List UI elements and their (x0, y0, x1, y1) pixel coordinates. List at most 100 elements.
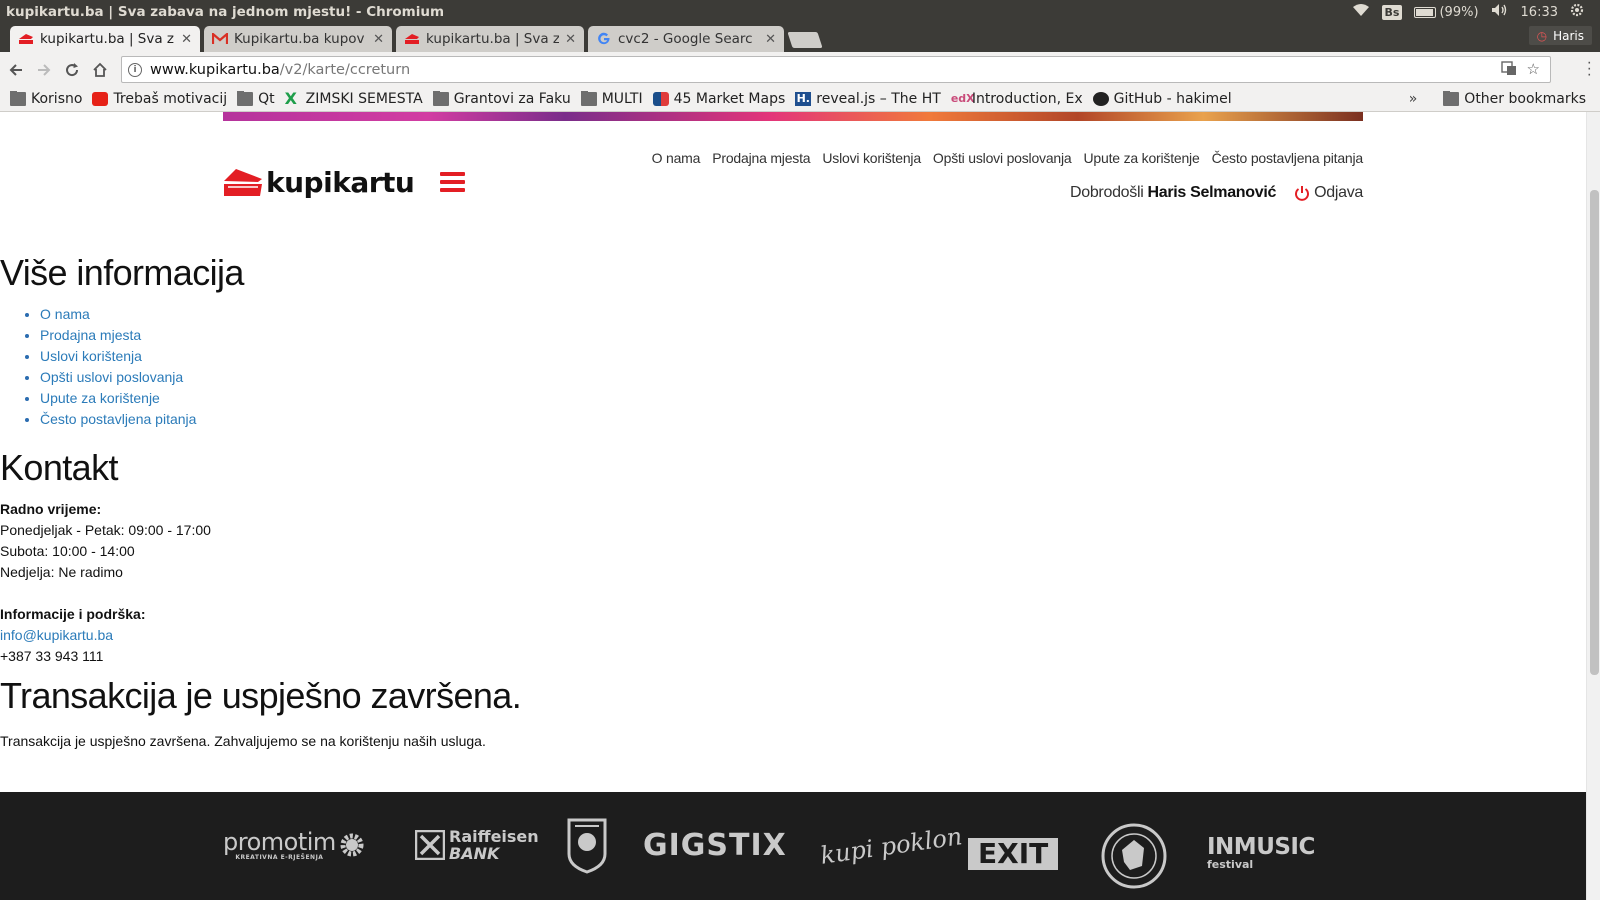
browser-toolbar: i www.kupikartu.ba/v2/karte/ccreturn ☆ (0, 52, 1600, 87)
nav-prodajna-mjesta[interactable]: Prodajna mjesta (712, 150, 810, 166)
hamburger-menu-icon[interactable] (440, 172, 465, 192)
hours-sunday: Nedjelja: Ne radimo (0, 564, 123, 580)
link-faq[interactable]: Često postavljena pitanja (40, 411, 196, 427)
fk-sarajevo-crest-icon (567, 818, 607, 874)
bookmark-github[interactable]: GitHub - hakimel (1092, 91, 1232, 107)
bookmark-edx[interactable]: edX Introduction, Ex (951, 91, 1083, 107)
forward-button[interactable] (32, 58, 56, 82)
gear-logo-icon (340, 833, 364, 856)
top-banner-image[interactable] (223, 112, 1363, 121)
list-item: O nama (40, 304, 900, 325)
football-federation-crest-icon (1101, 823, 1167, 889)
translate-icon[interactable] (1500, 60, 1517, 80)
nav-faq[interactable]: Često postavljena pitanja (1212, 150, 1364, 166)
github-icon (1092, 92, 1109, 106)
link-uslovi-koristenja[interactable]: Uslovi korištenja (40, 348, 142, 364)
profile-button[interactable]: ◷ Haris (1528, 26, 1592, 45)
ticket-logo-icon (224, 169, 262, 196)
bookmarks-overflow-button[interactable]: » (1409, 91, 1418, 107)
h-icon: H. (795, 92, 812, 106)
bookmark-multi[interactable]: MULTI (580, 91, 643, 107)
bookmark-revealjs[interactable]: H. reveal.js – The HT (795, 91, 941, 107)
gmail-favicon (212, 31, 228, 47)
sponsor-fk-sarajevo[interactable] (567, 818, 607, 874)
youtube-icon (92, 92, 109, 106)
edx-icon: edX (950, 92, 975, 105)
user-bar: Dobrodošli Haris Selmanović Odjava (1070, 184, 1363, 202)
nav-opsti-uslovi[interactable]: Opšti uslovi poslovanja (933, 150, 1072, 166)
link-opsti-uslovi[interactable]: Opšti uslovi poslovanja (40, 369, 183, 385)
contact-heading: Kontakt (0, 447, 118, 488)
volume-icon[interactable] (1491, 3, 1509, 21)
incognito-icon: ◷ (1536, 28, 1548, 43)
sponsor-inmusic[interactable]: INMUSIC festival (1207, 836, 1315, 874)
x-icon: X (284, 91, 297, 107)
list-item: Opšti uslovi poslovanja (40, 367, 900, 388)
support-label: Informacije i podrška: (0, 606, 146, 622)
battery-indicator[interactable]: (99%) (1414, 5, 1479, 20)
email-link[interactable]: info@kupikartu.ba (0, 627, 113, 643)
bookmark-motivacija[interactable]: Trebaš motivacij (92, 91, 227, 107)
clock[interactable]: 16:33 (1521, 5, 1558, 20)
hours-label: Radno vrijeme: (0, 501, 102, 517)
tab-google-search[interactable]: cvc2 - Google Searc ✕ (588, 26, 784, 52)
nav-upute[interactable]: Upute za korištenje (1084, 150, 1200, 166)
bookmark-market-maps[interactable]: 45 Market Maps (652, 91, 785, 107)
hours-saturday: Subota: 10:00 - 14:00 (0, 543, 135, 559)
sponsor-exit[interactable]: EXIT (968, 838, 1059, 870)
wifi-icon[interactable] (1352, 3, 1370, 21)
close-tab-icon[interactable]: ✕ (765, 32, 776, 47)
battery-icon (1414, 6, 1437, 18)
tab-kupikartu-active[interactable]: kupikartu.ba | Sva z ✕ (10, 26, 200, 52)
page-scrollbar[interactable] (1586, 112, 1600, 900)
user-name: Haris Selmanović (1147, 184, 1277, 201)
nav-uslovi-koristenja[interactable]: Uslovi korištenja (822, 150, 921, 166)
info-icon[interactable]: i (128, 62, 142, 77)
scrollbar-thumb[interactable] (1590, 190, 1599, 675)
star-icon[interactable]: ☆ (1527, 60, 1540, 80)
nav-o-nama[interactable]: O nama (652, 150, 701, 166)
sponsor-raiffeisen[interactable]: Raiffeisen BANK (415, 828, 539, 862)
gear-icon[interactable] (1570, 3, 1584, 21)
folder-icon (580, 91, 597, 106)
bookmark-korisno[interactable]: Korisno (10, 91, 82, 107)
transaction-message: Transakcija je uspješno završena. Zahval… (0, 733, 486, 749)
link-o-nama[interactable]: O nama (40, 306, 90, 322)
bookmark-qt[interactable]: Qt (237, 91, 275, 107)
sponsor-gigstix[interactable]: GIGSTIX (643, 828, 787, 863)
sponsor-promotim[interactable]: promotim KREATIVNA E-RJEŠENJA (223, 828, 365, 861)
transaction-heading: Transakcija je uspješno završena. (0, 675, 522, 716)
other-bookmarks[interactable]: Other bookmarks (1443, 91, 1586, 107)
url-path: /v2/karte/ccreturn (279, 61, 411, 78)
page-viewport: kupikartu O nama Prodajna mjesta Uslovi … (0, 112, 1586, 900)
power-icon (1295, 186, 1310, 201)
address-bar[interactable]: i www.kupikartu.ba/v2/karte/ccreturn ☆ (121, 56, 1551, 83)
tab-kupikartu[interactable]: kupikartu.ba | Sva z ✕ (396, 26, 584, 52)
sponsor-nfsbih[interactable] (1100, 822, 1168, 890)
bookmark-zimski-semestar[interactable]: X ZIMSKI SEMESTA (285, 91, 423, 107)
close-tab-icon[interactable]: ✕ (565, 32, 576, 47)
os-top-bar: kupikartu.ba | Sva zabava na jednom mjes… (0, 0, 1600, 24)
logout-button[interactable]: Odjava (1294, 184, 1363, 202)
new-tab-button[interactable] (787, 32, 823, 48)
kupikartu-favicon (404, 31, 420, 47)
sponsor-kupi-poklon[interactable]: kupi poklon (819, 822, 964, 870)
close-tab-icon[interactable]: ✕ (373, 32, 384, 47)
back-button[interactable] (4, 58, 28, 82)
tab-gmail[interactable]: Kupikartu.ba kupov ✕ (204, 26, 392, 52)
welcome-text: Dobrodošli (1069, 184, 1144, 201)
app-icon (652, 92, 669, 106)
raiffeisen-logo-icon (415, 830, 445, 860)
logo-text: kupikartu (266, 165, 415, 199)
menu-icon[interactable]: · · · (1587, 55, 1592, 83)
close-tab-icon[interactable]: ✕ (181, 32, 192, 47)
folder-icon (1443, 91, 1460, 106)
reload-button[interactable] (60, 58, 84, 82)
link-prodajna-mjesta[interactable]: Prodajna mjesta (40, 327, 141, 343)
home-button[interactable] (88, 58, 112, 82)
site-logo[interactable]: kupikartu (222, 164, 415, 200)
link-upute[interactable]: Upute za korištenje (40, 390, 160, 406)
more-info-links: O nama Prodajna mjesta Uslovi korištenja… (40, 304, 900, 430)
keyboard-layout-indicator[interactable]: Bs (1381, 4, 1403, 20)
bookmark-grantovi[interactable]: Grantovi za Faku (432, 91, 571, 107)
